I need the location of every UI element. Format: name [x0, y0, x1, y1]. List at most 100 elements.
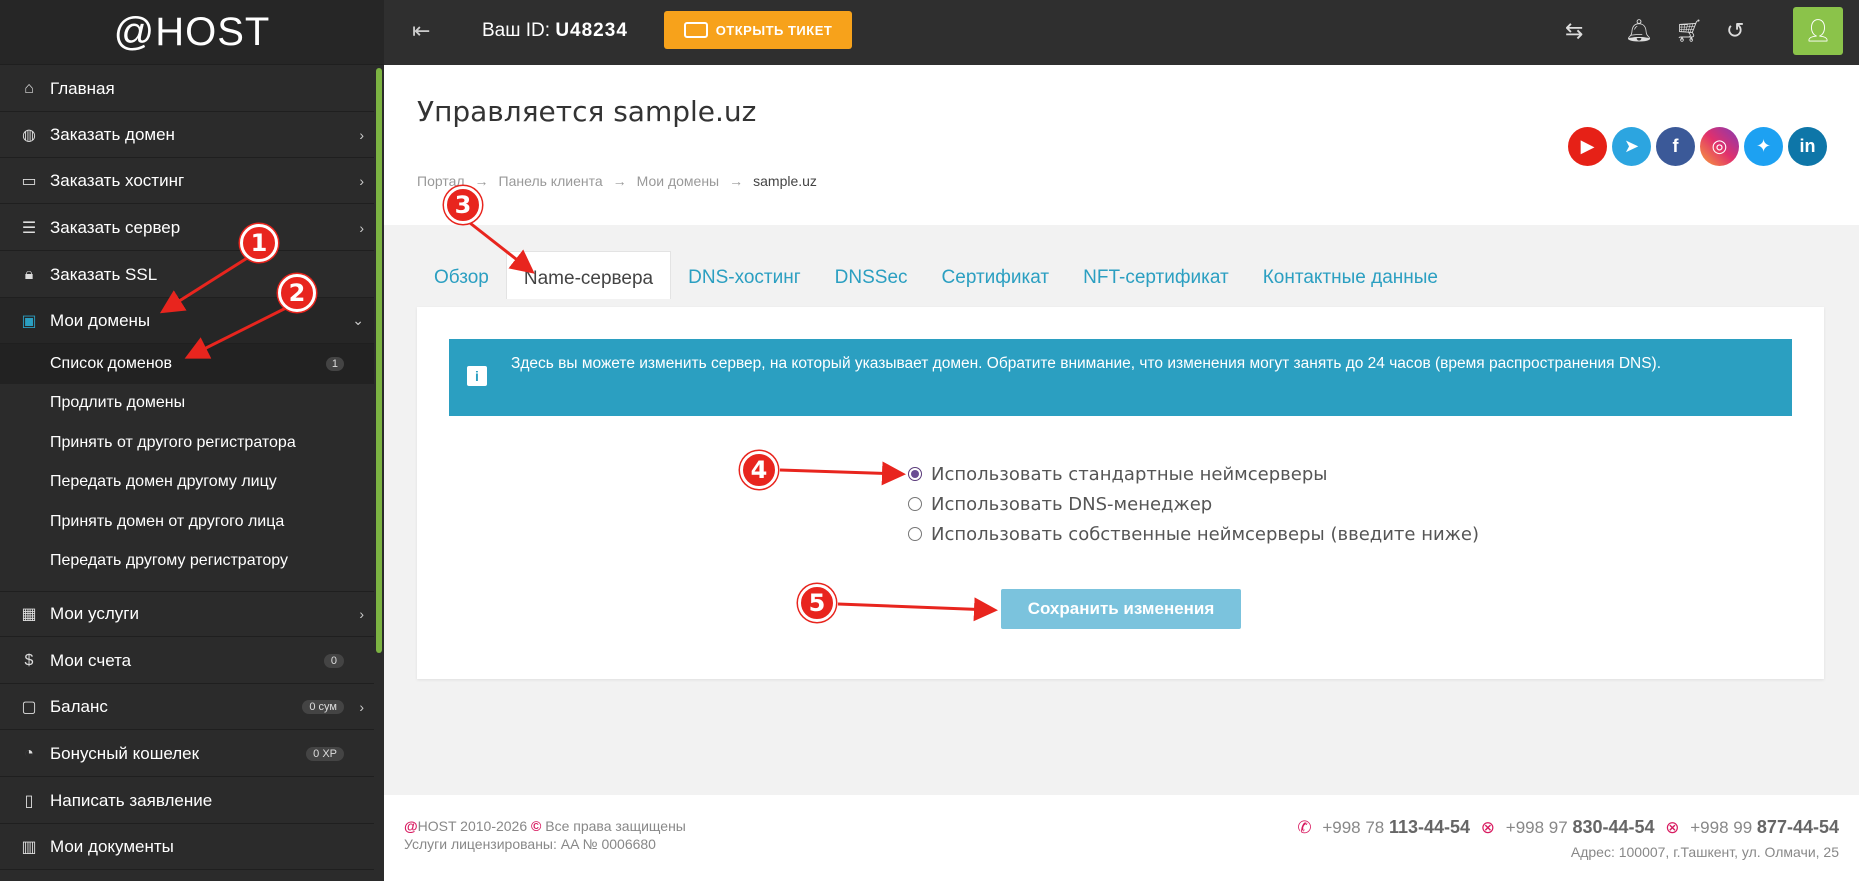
option-label: Использовать DNS-менеджер	[931, 493, 1213, 515]
open-ticket-button[interactable]: ОТКРЫТЬ ТИКЕТ	[664, 11, 852, 49]
footer-address: Адрес: 100007, г.Ташкент, ул. Олмачи, 25	[1570, 844, 1839, 860]
footer-contacts: ✆ +998 78 113-44-54 ⊗ +998 97 830-44-54 …	[1291, 817, 1839, 860]
translate-icon[interactable]: ⇆	[1565, 18, 1583, 44]
count-badge: 0	[323, 653, 344, 668]
open-ticket-label: ОТКРЫТЬ ТИКЕТ	[715, 22, 833, 38]
sidebar-item-my-domains[interactable]: ▣ Мои домены ⌄	[0, 298, 374, 344]
sidebar-item-home[interactable]: ⌂ Главная	[0, 66, 374, 112]
option-default-nameservers[interactable]: Использовать стандартные неймсерверы	[908, 459, 1479, 489]
info-alert-text: Здесь вы можете изменить сервер, на кото…	[511, 355, 1662, 372]
sidebar-item-write-statement[interactable]: ▯ Написать заявление	[0, 778, 374, 824]
annotation-marker-5: 5	[798, 584, 836, 622]
sidebar-item-my-documents[interactable]: ▥ Мои документы	[0, 824, 374, 870]
phone3-number[interactable]: 877-44-54	[1757, 817, 1839, 837]
radio-button[interactable]	[908, 527, 922, 541]
wallet-icon: ▢	[21, 698, 37, 716]
tab-overview[interactable]: Обзор	[417, 257, 506, 299]
sidebar-item-balance[interactable]: ▢ Баланс 0 сум ›	[0, 684, 374, 730]
tab-certificate[interactable]: Сертификат	[925, 257, 1067, 299]
chevron-right-icon: ›	[359, 698, 364, 715]
domain-tabs: Обзор Name-сервера DNS-хостинг DNSSec Се…	[417, 251, 1455, 299]
breadcrumb-client-panel[interactable]: Панель клиента	[499, 173, 603, 189]
tab-dnssec[interactable]: DNSSec	[818, 257, 925, 299]
sidebar-item-label: Написать заявление	[50, 790, 213, 810]
submenu-item-domain-list[interactable]: Список доменов 1	[0, 344, 374, 384]
submenu-item-label: Передать другому регистратору	[50, 552, 289, 569]
social-links: ▶ ➤ f ◎ ✦ in	[1568, 127, 1827, 166]
sidebar-item-my-invoices[interactable]: $ Мои счета 0	[0, 638, 374, 684]
footer: @HOST 2010-2026 © Все права защищены Усл…	[384, 795, 1859, 881]
sidebar-item-bonus-wallet[interactable]: ◔ Бонусный кошелек 0 XP	[0, 731, 374, 777]
sidebar-item-label: Заказать SSL	[50, 264, 158, 284]
sidebar-item-order-domain[interactable]: ◍ Заказать домен ›	[0, 112, 374, 158]
books-icon: ▥	[21, 838, 37, 856]
phone1-number[interactable]: 113-44-54	[1389, 817, 1470, 837]
submenu-item-transfer-in[interactable]: Принять от другого регистратора	[0, 423, 374, 463]
ticket-icon	[683, 22, 708, 38]
cart-icon[interactable]: 🛒︎	[1675, 18, 1703, 44]
footer-rights: Все права защищены	[545, 818, 686, 834]
main-content: Управляется sample.uz Портал → Панель кли…	[384, 65, 1859, 795]
submenu-item-label: Продлить домены	[50, 394, 186, 411]
bell-icon[interactable]: 🔔︎	[1625, 18, 1653, 44]
collapse-sidebar-icon[interactable]: ⇤	[412, 18, 430, 44]
breadcrumb-arrow-icon: →	[474, 173, 489, 189]
domain-icon: ▣	[21, 312, 37, 330]
tab-nameservers[interactable]: Name-сервера	[505, 251, 672, 299]
globe-icon: ◍	[22, 126, 36, 144]
radio-button[interactable]	[908, 467, 922, 481]
nameservers-panel: i Здесь вы можете изменить сервер, на ко…	[417, 307, 1824, 679]
youtube-icon[interactable]: ▶	[1568, 127, 1607, 166]
phone-icon: ✆	[1297, 818, 1312, 837]
radio-button[interactable]	[908, 497, 922, 511]
sidebar-item-label: Баланс	[50, 696, 108, 716]
lock-icon: 🔒︎	[24, 265, 34, 283]
submenu-item-renew-domains[interactable]: Продлить домены	[0, 383, 374, 423]
option-dns-manager[interactable]: Использовать DNS-менеджер	[908, 489, 1479, 519]
drive-icon: ▭	[21, 172, 37, 190]
user-settings-button[interactable]: 👤︎	[1793, 7, 1843, 55]
save-changes-button[interactable]: Сохранить изменения	[1001, 589, 1241, 629]
refresh-icon[interactable]: ↺	[1726, 18, 1744, 44]
chevron-down-icon: ⌄	[352, 312, 364, 328]
count-badge: 1	[325, 357, 344, 371]
option-custom-nameservers[interactable]: Использовать собственные неймсерверы (вв…	[908, 519, 1479, 549]
submenu-item-transfer-out[interactable]: Передать другому регистратору	[0, 541, 374, 581]
xp-badge: 0 XP	[306, 746, 344, 761]
home-icon: ⌂	[24, 79, 34, 97]
phone2-number[interactable]: 830-44-54	[1572, 817, 1654, 837]
document-icon: ▯	[24, 792, 34, 810]
twitter-icon[interactable]: ✦	[1744, 127, 1783, 166]
logo[interactable]: @HOST	[0, 0, 384, 65]
topbar: ⇤ Ваш ID: U48234 ОТКРЫТЬ ТИКЕТ ⇆ 🔔︎ 🛒︎ ↺…	[384, 0, 1859, 65]
sidebar-scrollbar[interactable]	[376, 68, 382, 653]
sidebar-item-my-services[interactable]: ▦ Мои услуги ›	[0, 591, 374, 637]
sidebar-item-order-ssl[interactable]: 🔒︎ Заказать SSL	[0, 252, 374, 298]
page-header: Управляется sample.uz Портал → Панель кли…	[384, 65, 1859, 225]
linkedin-icon[interactable]: in	[1788, 127, 1827, 166]
footer-license: Услуги лицензированы: AA № 0006680	[404, 836, 656, 852]
user-gear-icon: 👤︎	[1804, 18, 1832, 43]
tab-dns-hosting[interactable]: DNS-хостинг	[671, 257, 818, 299]
option-label: Использовать стандартные неймсерверы	[931, 463, 1328, 485]
breadcrumb-my-domains[interactable]: Мои домены	[637, 173, 719, 189]
sidebar-item-order-hosting[interactable]: ▭ Заказать хостинг ›	[0, 158, 374, 204]
submenu-item-push-domain[interactable]: Передать домен другому лицу	[0, 462, 374, 502]
submenu-item-accept-domain[interactable]: Принять домен от другого лица	[0, 502, 374, 542]
sidebar-item-label: Главная	[50, 78, 115, 98]
sidebar-item-label: Мои услуги	[50, 604, 139, 623]
sidebar-item-order-server[interactable]: ☰ Заказать сервер ›	[0, 205, 374, 251]
nameserver-options: Использовать стандартные неймсерверы Исп…	[908, 459, 1479, 549]
copyright-icon: ©	[531, 818, 542, 834]
option-label: Использовать собственные неймсерверы (вв…	[931, 523, 1479, 545]
telegram-icon[interactable]: ➤	[1612, 127, 1651, 166]
tab-nft-certificate[interactable]: NFT-сертификат	[1066, 257, 1246, 299]
phone3-prefix: +998 99	[1690, 818, 1753, 837]
viber-icon: ⊗	[1480, 818, 1496, 837]
tab-contact-data[interactable]: Контактные данные	[1246, 257, 1455, 299]
box-icon: ▦	[21, 606, 37, 623]
instagram-icon[interactable]: ◎	[1700, 127, 1739, 166]
facebook-icon[interactable]: f	[1656, 127, 1695, 166]
breadcrumb-arrow-icon: →	[612, 173, 627, 189]
sidebar-item-label: Заказать сервер	[50, 217, 181, 237]
